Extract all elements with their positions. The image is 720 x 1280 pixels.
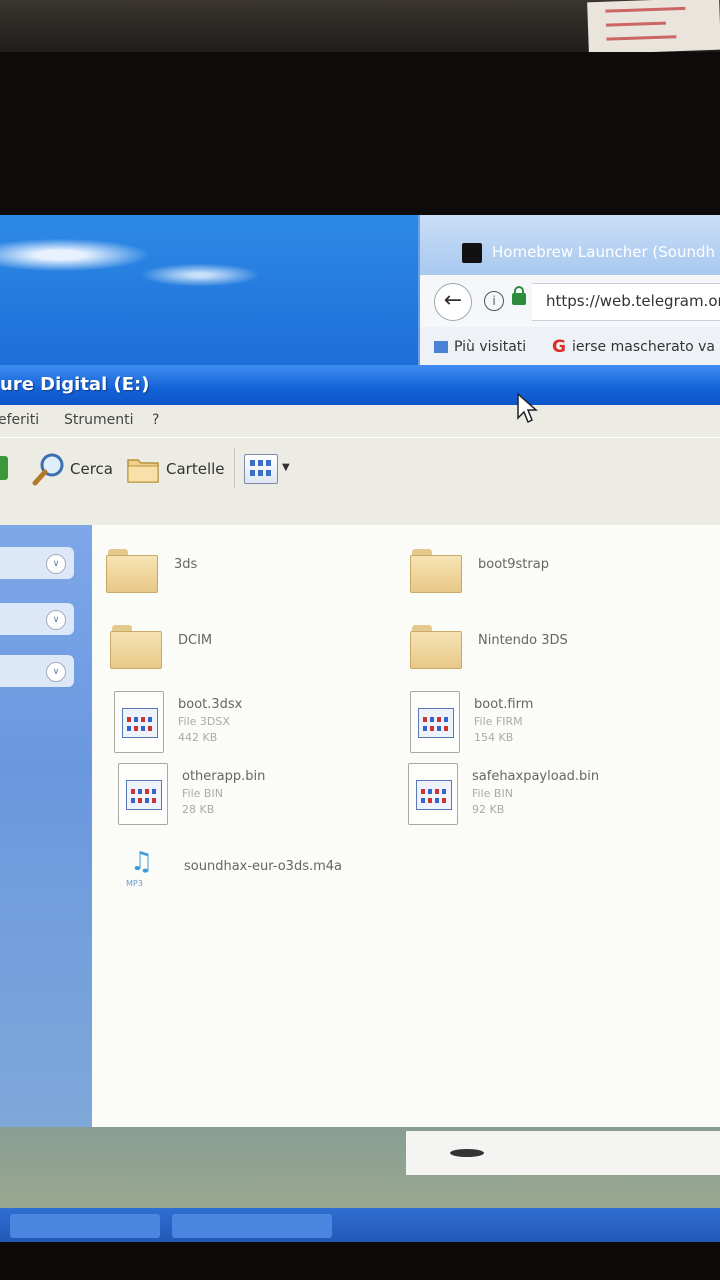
file-size: 154 KB <box>474 731 514 744</box>
menu-help[interactable]: ? <box>152 412 159 428</box>
mouse-cursor-icon <box>517 392 538 424</box>
back-arrow-icon[interactable]: ← <box>434 283 472 321</box>
menu-favorites[interactable]: eferiti <box>0 412 39 428</box>
folder-item[interactable]: DCIM <box>110 619 400 689</box>
file-name: boot.3dsx <box>178 697 243 712</box>
chevron-down-icon[interactable]: ▼ <box>282 462 290 473</box>
sticky-note <box>587 0 720 55</box>
up-folder-icon[interactable] <box>0 456 8 480</box>
file-size: 442 KB <box>178 731 218 744</box>
folder-item[interactable]: 3ds <box>106 543 396 613</box>
url-input[interactable]: https://web.telegram.or <box>532 283 720 321</box>
music-note-icon: ♫ MP3 <box>126 847 154 888</box>
tab-favicon-icon <box>462 243 482 263</box>
file-item[interactable]: boot.firm File FIRM 154 KB <box>406 691 696 761</box>
application-file-icon <box>118 763 168 825</box>
window-title-bar[interactable]: ure Digital (E:) <box>0 365 720 405</box>
taskbar-button[interactable] <box>10 1214 160 1238</box>
url-text: https://web.telegram.or <box>546 292 720 310</box>
folder-item[interactable]: boot9strap <box>410 543 700 613</box>
folder-icon <box>106 549 158 593</box>
bookmark-folder-icon <box>434 341 448 353</box>
browser-tab-bar: Homebrew Launcher (Soundh <box>420 215 720 275</box>
file-item[interactable]: safehaxpayload.bin File BIN 92 KB <box>404 763 694 833</box>
folder-name: Nintendo 3DS <box>478 633 568 648</box>
task-pane-section[interactable]: ∨ <box>0 603 74 635</box>
monitor-bezel-bottom <box>0 1242 720 1280</box>
folder-name: boot9strap <box>478 557 549 572</box>
folder-icon <box>410 625 462 669</box>
file-item[interactable]: otherapp.bin File BIN 28 KB <box>114 763 404 833</box>
menu-bar: eferiti Strumenti ? <box>0 405 720 437</box>
chevron-collapse-icon[interactable]: ∨ <box>46 662 66 682</box>
application-file-icon <box>408 763 458 825</box>
monitor-bezel-top <box>0 52 720 217</box>
bookmarks-bar: Più visitati G ierse mascherato va <box>420 327 720 365</box>
file-type: File BIN <box>182 787 223 800</box>
browser-window[interactable]: Homebrew Launcher (Soundh ← i https://we… <box>418 215 720 365</box>
window-content-mark <box>450 1149 484 1157</box>
file-size: 28 KB <box>182 803 215 816</box>
application-file-icon <box>114 691 164 753</box>
file-name: safehaxpayload.bin <box>472 769 600 784</box>
address-bar[interactable] <box>0 497 720 526</box>
taskbar <box>0 1208 720 1242</box>
task-pane-section[interactable]: ∨ <box>0 547 74 579</box>
bookmark-most-visited[interactable]: Più visitati <box>454 339 526 355</box>
browser-navigation-bar: ← i https://web.telegram.or <box>420 275 720 327</box>
folder-name: 3ds <box>174 557 198 572</box>
file-name: otherapp.bin <box>182 769 266 784</box>
folders-icon[interactable] <box>126 454 160 484</box>
search-icon[interactable] <box>32 452 66 486</box>
folders-button[interactable]: Cartelle <box>166 460 225 478</box>
folder-name: DCIM <box>178 633 213 648</box>
chevron-collapse-icon[interactable]: ∨ <box>46 610 66 630</box>
audio-badge: MP3 <box>126 879 143 888</box>
lock-icon <box>512 286 526 305</box>
bookmark-google-search[interactable]: ierse mascherato va <box>572 339 715 355</box>
info-icon[interactable]: i <box>484 291 504 311</box>
application-file-icon <box>410 691 460 753</box>
google-icon: G <box>552 337 566 357</box>
menu-tools[interactable]: Strumenti <box>64 412 134 428</box>
window-title: ure Digital (E:) <box>0 374 150 395</box>
taskbar-button[interactable] <box>172 1214 332 1238</box>
file-item[interactable]: ♫ MP3 soundhax-eur-o3ds.m4a <box>116 845 406 915</box>
search-button[interactable]: Cerca <box>70 460 113 478</box>
folder-icon <box>110 625 162 669</box>
chevron-collapse-icon[interactable]: ∨ <box>46 554 66 574</box>
explorer-window: ure Digital (E:) eferiti Strumenti ? Cer… <box>0 365 720 1127</box>
views-icon[interactable] <box>244 454 278 484</box>
browser-tab-title[interactable]: Homebrew Launcher (Soundh <box>492 243 715 261</box>
file-name: boot.firm <box>474 697 534 712</box>
file-item[interactable]: boot.3dsx File 3DSX 442 KB <box>110 691 400 761</box>
toolbar-separator <box>234 448 235 488</box>
file-name: soundhax-eur-o3ds.m4a <box>184 859 343 874</box>
file-list: 3ds boot9strap DCIM Nintendo 3DS boot.3d… <box>92 525 720 1127</box>
file-type: File FIRM <box>474 715 523 728</box>
file-type: File 3DSX <box>178 715 230 728</box>
task-pane-section[interactable]: ∨ <box>0 655 74 687</box>
toolbar: Cerca Cartelle ▼ <box>0 437 720 499</box>
file-type: File BIN <box>472 787 513 800</box>
file-size: 92 KB <box>472 803 505 816</box>
background-window[interactable] <box>406 1131 720 1175</box>
folder-icon <box>410 549 462 593</box>
folder-item[interactable]: Nintendo 3DS <box>410 619 700 689</box>
